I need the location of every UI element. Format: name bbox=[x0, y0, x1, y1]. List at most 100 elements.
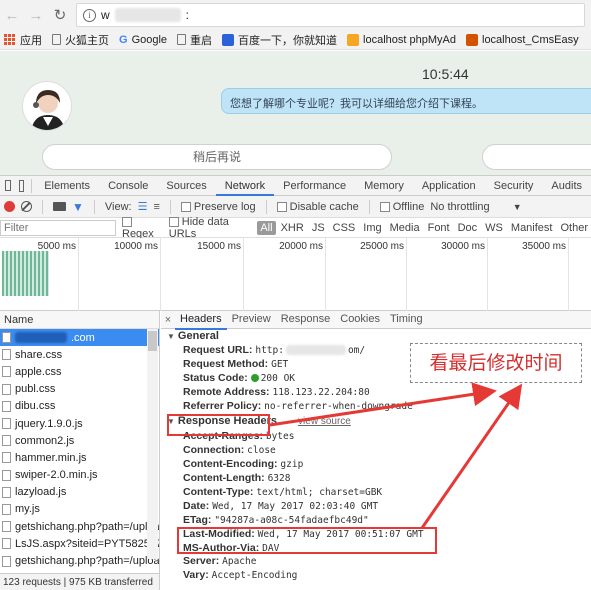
network-timeline[interactable]: 5000 ms 10000 ms 15000 ms 20000 ms 25000 ms 3… bbox=[0, 238, 591, 311]
header-row: Referrer Policy: no-referrer-when-downgr… bbox=[161, 400, 591, 414]
request-row[interactable]: common2.js bbox=[0, 432, 159, 449]
file-icon bbox=[2, 521, 11, 533]
request-name: share.css bbox=[15, 348, 63, 361]
filter-type-all[interactable]: All bbox=[257, 220, 276, 235]
last-modified-highlight bbox=[177, 527, 437, 554]
detail-tab-cookies[interactable]: Cookies bbox=[335, 311, 385, 330]
request-name: lazyload.js bbox=[15, 486, 67, 499]
request-row[interactable]: getshichang.php?path=/uploa bbox=[0, 552, 159, 569]
request-row[interactable]: getshichang.php?path=/uploa bbox=[0, 518, 159, 535]
header-key: ETag: bbox=[183, 513, 212, 526]
bookmark-firefox-home[interactable]: 火狐主页 bbox=[52, 32, 109, 48]
offline-checkbox[interactable]: Offline bbox=[379, 201, 424, 213]
filter-type-media[interactable]: Media bbox=[387, 221, 423, 235]
secondary-button[interactable] bbox=[482, 144, 591, 170]
request-name: publ.css bbox=[15, 383, 56, 396]
tab-elements[interactable]: Elements bbox=[35, 176, 99, 196]
request-list: Name .com share.css apple.css publ.css dibu… bbox=[0, 311, 160, 590]
address-bar[interactable]: i w : bbox=[76, 3, 585, 27]
tab-console[interactable]: Console bbox=[99, 176, 157, 196]
request-row[interactable]: apple.css bbox=[0, 363, 159, 380]
filter-funnel-icon[interactable]: ▼ bbox=[72, 200, 84, 214]
regex-checkbox[interactable]: Regex bbox=[122, 216, 163, 240]
file-icon bbox=[2, 418, 11, 430]
bookmark-cmseasy[interactable]: localhost_CmsEasy bbox=[466, 33, 579, 46]
request-row[interactable]: share.css bbox=[0, 346, 159, 363]
detail-tab-timing[interactable]: Timing bbox=[385, 311, 428, 330]
bookmark-label: 火狐主页 bbox=[65, 34, 109, 47]
bookmark-label: 重启 bbox=[190, 34, 213, 47]
filter-type-manifest[interactable]: Manifest bbox=[508, 221, 556, 235]
bookmark-apps[interactable]: 应用 bbox=[4, 32, 42, 48]
request-name: common2.js bbox=[15, 434, 75, 447]
name-column-header[interactable]: Name bbox=[0, 311, 159, 329]
filter-type-font[interactable]: Font bbox=[425, 221, 453, 235]
request-row[interactable]: my.js bbox=[0, 501, 159, 518]
filter-type-ws[interactable]: WS bbox=[482, 221, 506, 235]
general-section-title[interactable]: ▼ General bbox=[161, 329, 591, 344]
view-source-link[interactable]: view source bbox=[298, 416, 351, 427]
request-row[interactable]: publ.css bbox=[0, 381, 159, 398]
bookmark-google[interactable]: G Google bbox=[119, 34, 167, 46]
tab-application[interactable]: Application bbox=[413, 176, 485, 196]
waterfall-icon[interactable]: ≡ bbox=[153, 201, 159, 213]
tab-performance[interactable]: Performance bbox=[274, 176, 355, 196]
message-time: 10:5:44 bbox=[422, 66, 469, 82]
request-row-selected[interactable]: .com bbox=[0, 329, 159, 347]
request-row[interactable]: swiper-2.0.min.js bbox=[0, 467, 159, 484]
request-row[interactable]: jquery.1.9.0.js bbox=[0, 415, 159, 432]
request-row[interactable]: LsJS.aspx?siteid=PYT58259775 bbox=[0, 535, 159, 552]
request-row[interactable]: hammer.min.js bbox=[0, 449, 159, 466]
hide-data-urls-checkbox[interactable]: Hide data URLs bbox=[168, 216, 252, 240]
device-toggle-icon[interactable] bbox=[18, 179, 24, 192]
request-row[interactable]: lazyload.js bbox=[0, 484, 159, 501]
inspect-icon[interactable] bbox=[5, 180, 11, 191]
request-name: .com bbox=[71, 331, 95, 344]
disable-cache-checkbox[interactable]: Disable cache bbox=[276, 201, 359, 213]
filter-type-doc[interactable]: Doc bbox=[455, 221, 481, 235]
reload-icon[interactable]: ↻ bbox=[52, 7, 68, 23]
detail-tab-headers[interactable]: Headers bbox=[175, 311, 227, 330]
header-row: ETag: "94287a-a08c-54fadaefbc49d" bbox=[161, 514, 591, 528]
large-rows-icon[interactable]: ☰ bbox=[138, 200, 148, 213]
throttling-select[interactable]: No throttling ▼ bbox=[430, 201, 521, 213]
back-arrow-icon[interactable]: ← bbox=[4, 7, 20, 23]
header-value: Wed, 17 May 2017 02:03:40 GMT bbox=[212, 500, 379, 512]
record-icon[interactable] bbox=[4, 201, 15, 212]
tab-memory[interactable]: Memory bbox=[355, 176, 413, 196]
detail-tab-response[interactable]: Response bbox=[276, 311, 336, 330]
detail-tab-preview[interactable]: Preview bbox=[227, 311, 276, 330]
bookmark-baidu[interactable]: 百度一下，你就知道 bbox=[222, 32, 337, 48]
tab-security[interactable]: Security bbox=[485, 176, 543, 196]
request-name: getshichang.php?path=/uploa bbox=[15, 520, 159, 533]
tab-audits[interactable]: Audits bbox=[542, 176, 591, 196]
camera-icon[interactable] bbox=[53, 202, 66, 211]
header-key: Content-Encoding: bbox=[183, 458, 278, 471]
bookmark-phpmyadmin[interactable]: localhost phpMyAd bbox=[347, 33, 456, 46]
header-key: Remote Address: bbox=[183, 385, 270, 398]
forward-arrow-icon[interactable]: → bbox=[28, 7, 44, 23]
clear-icon[interactable] bbox=[21, 201, 32, 212]
filter-type-other[interactable]: Other bbox=[557, 221, 591, 235]
later-button[interactable]: 稍后再说 bbox=[42, 144, 392, 170]
tab-network[interactable]: Network bbox=[215, 176, 275, 196]
url-prefix: w bbox=[101, 8, 110, 22]
request-list-scrollbar[interactable] bbox=[147, 329, 158, 559]
filter-type-xhr[interactable]: XHR bbox=[278, 221, 307, 235]
request-row[interactable]: dibu.css bbox=[0, 398, 159, 415]
filter-type-css[interactable]: CSS bbox=[330, 221, 359, 235]
header-value: no-referrer-when-downgrade bbox=[264, 400, 413, 412]
tab-sources[interactable]: Sources bbox=[157, 176, 215, 196]
filter-input[interactable] bbox=[0, 219, 116, 236]
info-icon[interactable]: i bbox=[83, 8, 96, 22]
filter-type-img[interactable]: Img bbox=[360, 221, 384, 235]
header-value: om/ bbox=[347, 345, 366, 356]
close-detail-icon[interactable]: × bbox=[161, 314, 175, 326]
bookmark-restart[interactable]: 重启 bbox=[177, 32, 212, 48]
view-label: View: bbox=[104, 200, 132, 213]
preserve-log-checkbox[interactable]: Preserve log bbox=[180, 201, 256, 213]
filter-type-js[interactable]: JS bbox=[309, 221, 328, 235]
tick-label: 20000 ms bbox=[279, 241, 323, 252]
apps-grid-icon bbox=[4, 33, 16, 46]
file-icon bbox=[2, 366, 11, 378]
